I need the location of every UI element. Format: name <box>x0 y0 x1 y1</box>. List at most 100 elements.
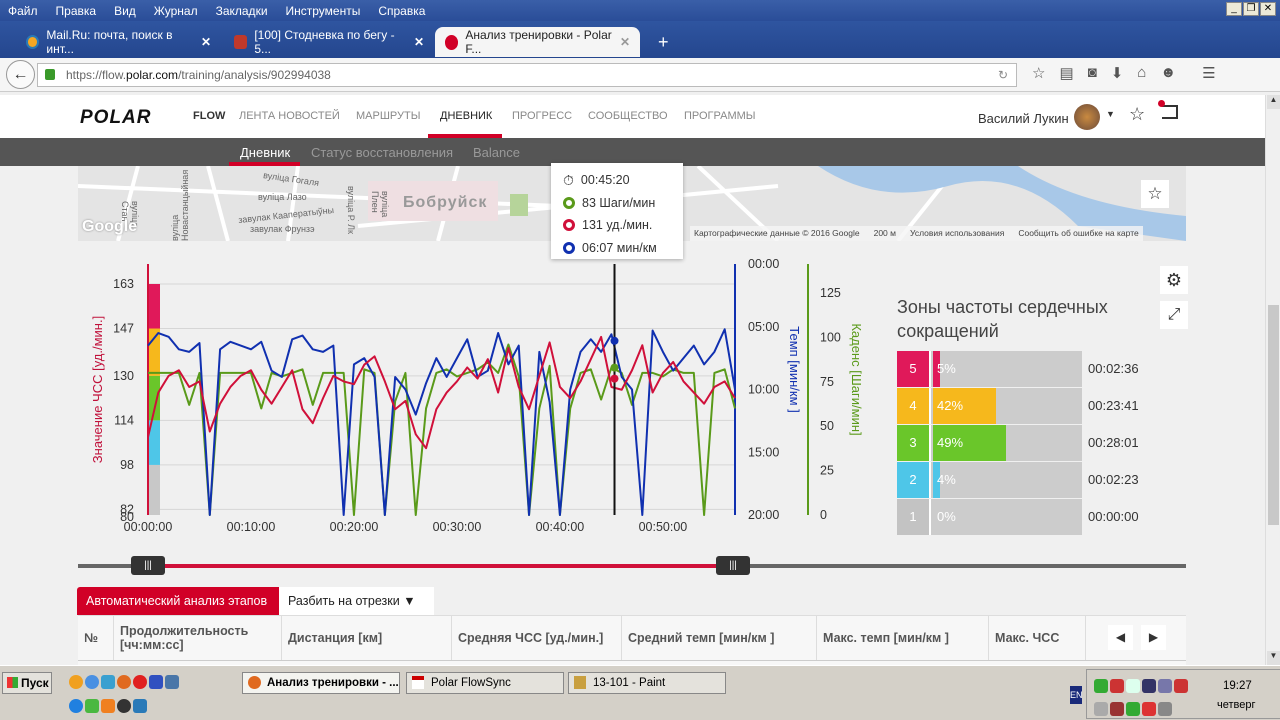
scroll-up-arrow[interactable]: ▲ <box>1267 95 1280 109</box>
zone-row-2: 2 4% <box>897 462 1082 498</box>
cadence-axis-title: Каденс [Шаги/мин] <box>849 323 864 435</box>
close-tab-icon[interactable]: ✕ <box>620 35 630 49</box>
avatar[interactable] <box>1074 104 1100 130</box>
user-name[interactable]: Василий Лукин <box>978 111 1069 126</box>
pocket-icon[interactable]: ◙ <box>1088 64 1097 82</box>
notifications-icon[interactable] <box>1158 100 1178 119</box>
user-menu-caret-icon[interactable]: ▼ <box>1106 109 1115 119</box>
map-report-link[interactable]: Сообщить об ошибке на карте <box>1018 228 1138 239</box>
tray-icon[interactable] <box>1158 679 1172 693</box>
menu-bookmarks[interactable]: Закладки <box>216 4 268 18</box>
minimize-button[interactable]: _ <box>1226 2 1242 16</box>
range-slider-start-handle[interactable]: ||| <box>131 556 165 575</box>
new-tab-button[interactable]: + <box>648 27 679 57</box>
scroll-columns-left-button[interactable]: ◀ <box>1108 625 1133 650</box>
menu-history[interactable]: Журнал <box>154 4 198 18</box>
tray-icon[interactable] <box>1110 702 1124 716</box>
menu-tools[interactable]: Инструменты <box>286 4 361 18</box>
menu-view[interactable]: Вид <box>114 4 136 18</box>
tab-polar-analysis[interactable]: Анализ тренировки - Polar F... ✕ <box>435 27 640 57</box>
save-icon[interactable] <box>149 675 163 689</box>
scrollbar-thumb[interactable] <box>1268 305 1279 525</box>
tray-icon[interactable] <box>1142 679 1156 693</box>
tab-auto-laps[interactable]: Автоматический анализ этапов <box>77 587 279 615</box>
tab-stodnevka[interactable]: [100] Стодневка по бегу - 5... ✕ <box>224 27 434 57</box>
url-bar[interactable]: https://flow.polar.com/training/analysis… <box>37 63 1017 87</box>
nav-diary[interactable]: ДНЕВНИК <box>440 110 492 122</box>
hr-axis-title: Значение ЧСС [уд./мин.] <box>90 316 105 463</box>
opera-icon[interactable] <box>133 675 147 689</box>
tab-mailru[interactable]: Mail.Ru: почта, поиск в инт... ✕ <box>16 27 221 57</box>
nav-community[interactable]: СООБЩЕСТВО <box>588 110 668 122</box>
scroll-columns-right-button[interactable]: ▶ <box>1141 625 1166 650</box>
tray-icon[interactable] <box>1142 702 1156 716</box>
language-indicator[interactable]: EN <box>1070 686 1083 704</box>
chat-icon[interactable]: ☻ <box>1160 64 1176 82</box>
nav-news[interactable]: ЛЕНТА НОВОСТЕЙ <box>239 110 340 122</box>
scroll-down-arrow[interactable]: ▼ <box>1267 651 1280 665</box>
taskbar-flowsync-window[interactable]: Polar FlowSync <box>406 672 564 694</box>
firefox-icon[interactable] <box>117 675 131 689</box>
tray-icon[interactable] <box>1094 679 1108 693</box>
page-scrollbar[interactable]: ▲ ▼ <box>1265 95 1280 665</box>
range-slider-end-handle[interactable]: ||| <box>716 556 750 575</box>
zone-number: 5 <box>897 351 931 387</box>
taskbar-firefox-window[interactable]: Анализ тренировки - ... <box>242 672 400 694</box>
navigation-bar: ← https://flow.polar.com/training/analys… <box>0 58 1280 92</box>
network-app-icon[interactable] <box>85 699 99 713</box>
home-icon[interactable]: ⌂ <box>1137 64 1146 82</box>
favorites-star-icon[interactable]: ☆ <box>1129 104 1145 125</box>
nav-routes[interactable]: МАРШРУТЫ <box>356 110 420 122</box>
col-distance: Дистанция [км] <box>282 616 452 660</box>
quicklaunch-icon[interactable] <box>69 675 83 689</box>
hamburger-menu-icon[interactable]: ☰ <box>1202 64 1215 82</box>
hr-zone-band <box>149 464 160 515</box>
tray-icon[interactable] <box>1126 702 1140 716</box>
bookmark-star-icon[interactable]: ☆ <box>1032 64 1045 82</box>
zone-row-4: 4 42% <box>897 388 1082 424</box>
reload-icon[interactable]: ↻ <box>998 64 1008 86</box>
x-tick-label: 00:20:00 <box>330 520 379 534</box>
tray-icon[interactable] <box>1110 679 1124 693</box>
back-button[interactable]: ← <box>6 60 35 89</box>
odnoklassniki-icon[interactable] <box>101 699 115 713</box>
start-button[interactable]: Пуск <box>2 672 52 694</box>
subnav-diary[interactable]: Дневник <box>240 145 290 160</box>
clock-time[interactable]: 19:27 <box>1223 680 1252 692</box>
reading-list-icon[interactable]: ▤ <box>1059 64 1073 82</box>
map-terms-link[interactable]: Условия использования <box>910 228 1004 239</box>
map-attribution: Картографические данные © 2016 Google <box>694 228 860 238</box>
download-icon[interactable]: ⬇ <box>1111 64 1124 82</box>
home-app-icon[interactable] <box>101 675 115 689</box>
close-tab-icon[interactable]: ✕ <box>414 35 424 49</box>
close-window-button[interactable]: ✕ <box>1260 2 1276 16</box>
tab-split-segments[interactable]: Разбить на отрезки ▼ <box>279 587 434 615</box>
tray-icon[interactable] <box>1126 679 1140 693</box>
vk-icon[interactable] <box>165 675 179 689</box>
skype-icon[interactable] <box>133 699 147 713</box>
media-player-icon[interactable] <box>117 699 131 713</box>
close-tab-icon[interactable]: ✕ <box>201 35 211 49</box>
street-label: вуліца Плен <box>370 191 390 218</box>
menu-edit[interactable]: Правка <box>56 4 97 18</box>
taskbar-paint-window[interactable]: 13-101 - Paint <box>568 672 726 694</box>
pace-marker-icon <box>563 241 575 254</box>
tray-icon[interactable] <box>1158 702 1172 716</box>
polar-logo[interactable]: POLAR <box>80 107 152 129</box>
subnav-recovery-status[interactable]: Статус восстановления <box>311 145 453 160</box>
menu-help[interactable]: Справка <box>378 4 425 18</box>
map-favorite-star-button[interactable]: ☆ <box>1141 180 1169 208</box>
nav-progress[interactable]: ПРОГРЕСС <box>512 110 572 122</box>
training-chart[interactable]: 16314713011498828000:00:00 00:10:00 00:20:… <box>80 255 880 555</box>
tray-icon[interactable] <box>1174 679 1188 693</box>
settings-gear-button[interactable]: ⚙ <box>1160 266 1188 294</box>
menu-file[interactable]: Файл <box>8 4 38 18</box>
cursor-hr-dot <box>610 374 619 383</box>
chrome-icon[interactable] <box>85 675 99 689</box>
subnav-balance[interactable]: Balance <box>473 145 520 160</box>
ie-icon[interactable] <box>69 699 83 713</box>
tray-icon[interactable] <box>1094 702 1108 716</box>
fullscreen-button[interactable]: ⤢ <box>1160 301 1188 329</box>
restore-button[interactable]: ❐ <box>1243 2 1259 16</box>
nav-programs[interactable]: ПРОГРАММЫ <box>684 110 756 122</box>
